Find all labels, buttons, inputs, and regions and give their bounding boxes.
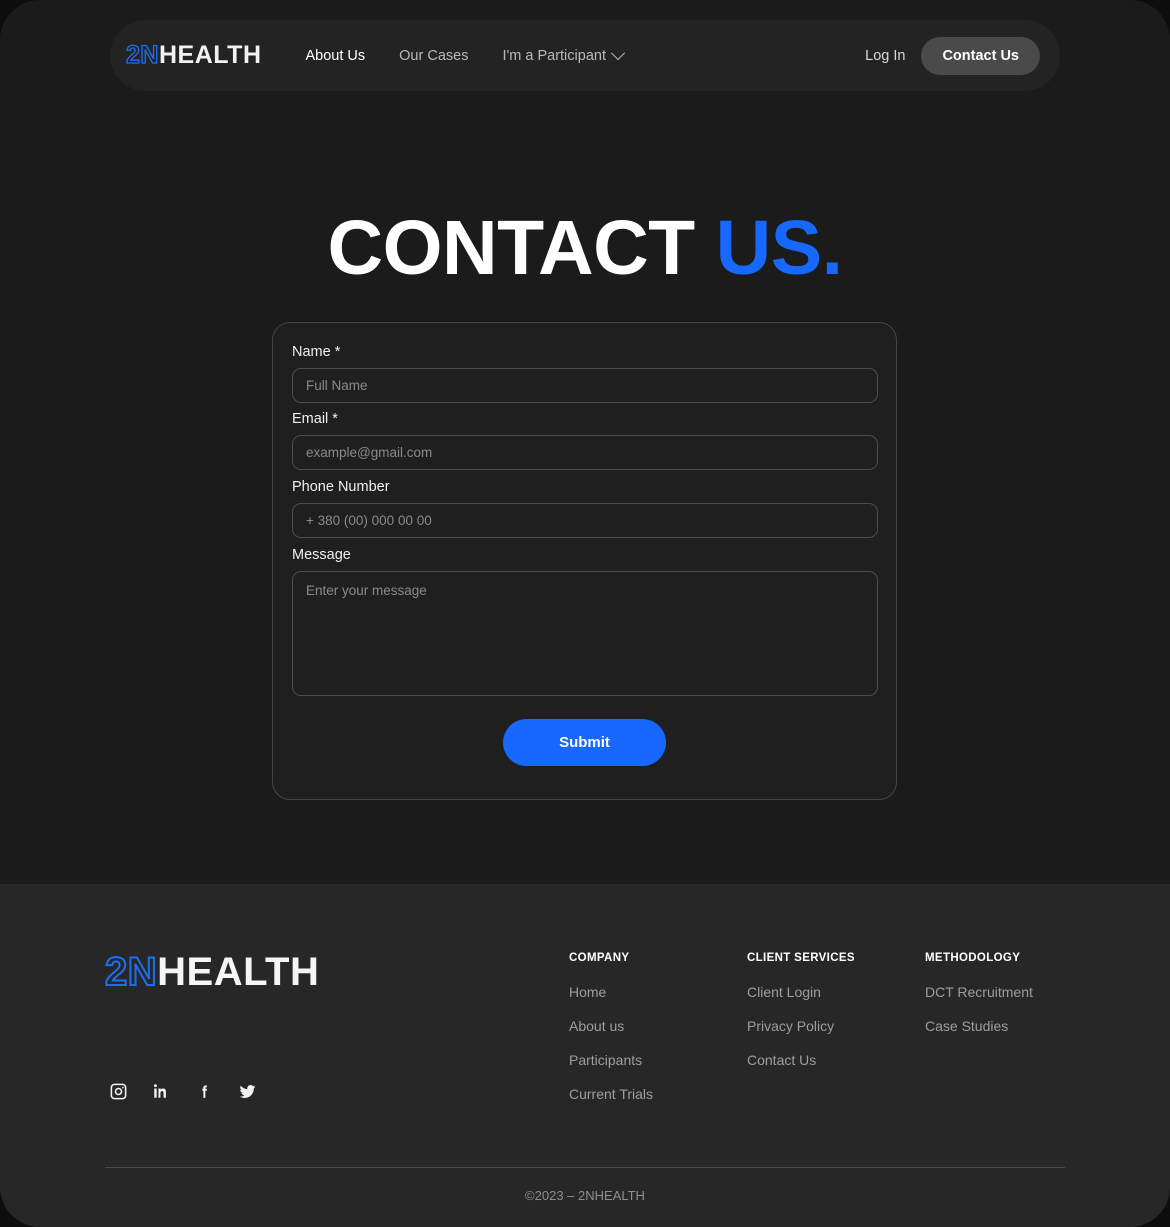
logo-word: HEALTH [158,41,262,69]
footer-link-home[interactable]: Home [569,984,747,1000]
footer-columns: COMPANY Home About us Participants Curre… [569,952,1103,1120]
footer-column-client-services: CLIENT SERVICES Client Login Privacy Pol… [747,952,925,1120]
field-message: Message [292,547,878,696]
copyright-text: ©2023 – 2NHEALTH [525,1188,645,1203]
contact-form-card: Name * Email * Phone Number Message Subm… [272,322,897,800]
footer-divider [105,1167,1065,1168]
phone-input[interactable] [292,503,878,538]
footer-column-company: COMPANY Home About us Participants Curre… [569,952,747,1120]
nav-actions: Log In Contact Us [865,36,1044,75]
footer-column-methodology: METHODOLOGY DCT Recruitment Case Studies [925,952,1103,1120]
submit-row: Submit [292,719,877,766]
name-input[interactable] [292,368,878,403]
footer-logo-mark: 2N [104,950,158,994]
footer-logo-word: HEALTH [157,950,320,994]
email-input[interactable] [292,435,878,470]
nav-item-our-cases[interactable]: Our Cases [399,48,468,64]
field-phone: Phone Number [292,479,878,538]
message-textarea[interactable] [292,571,878,696]
footer-column-title: METHODOLOGY [925,952,1021,964]
nav-item-im-a-participant-label: I'm a Participant [502,47,606,64]
footer-link-participants[interactable]: Participants [569,1052,747,1068]
footer-link-about-us[interactable]: About us [569,1018,747,1034]
submit-button[interactable]: Submit [503,719,666,766]
social-links [108,1081,257,1101]
log-in-link[interactable]: Log In [865,48,905,64]
footer-column-title: COMPANY [569,952,630,964]
footer-link-client-login[interactable]: Client Login [747,984,925,1000]
top-navigation-bar: 2NHEALTH About Us Our Cases I'm a Partic… [110,20,1060,91]
nav-item-im-a-participant[interactable]: I'm a Participant [502,45,626,64]
footer-column-title: CLIENT SERVICES [747,952,855,964]
footer-link-privacy-policy[interactable]: Privacy Policy [747,1018,925,1034]
footer-link-contact-us[interactable]: Contact Us [747,1052,925,1068]
field-email-label: Email * [292,411,338,427]
field-name-label: Name * [292,344,341,360]
page-title: CONTACT US. [0,210,1170,287]
field-phone-label: Phone Number [292,479,390,495]
chevron-down-icon [610,45,626,60]
field-name: Name * [292,344,878,403]
nav-links: About Us Our Cases I'm a Participant [306,45,626,64]
footer-link-dct-recruitment[interactable]: DCT Recruitment [925,984,1103,1000]
nav-item-about-us[interactable]: About Us [306,48,366,64]
contact-us-button[interactable]: Contact Us [921,36,1040,75]
footer-link-current-trials[interactable]: Current Trials [569,1086,747,1102]
twitter-icon[interactable] [237,1081,257,1101]
instagram-icon[interactable] [108,1081,128,1101]
logo-mark: 2N [125,41,159,69]
page-root: 2NHEALTH About Us Our Cases I'm a Partic… [0,0,1170,1227]
header-logo[interactable]: 2NHEALTH [125,41,262,69]
page-title-part2: US. [715,205,843,291]
footer-link-case-studies[interactable]: Case Studies [925,1018,1103,1034]
field-email: Email * [292,411,878,470]
page-title-part1: CONTACT [327,205,716,291]
linkedin-icon[interactable] [151,1081,171,1101]
footer-logo[interactable]: 2NHEALTH [104,950,320,994]
facebook-icon[interactable] [194,1081,214,1101]
field-message-label: Message [292,547,351,563]
